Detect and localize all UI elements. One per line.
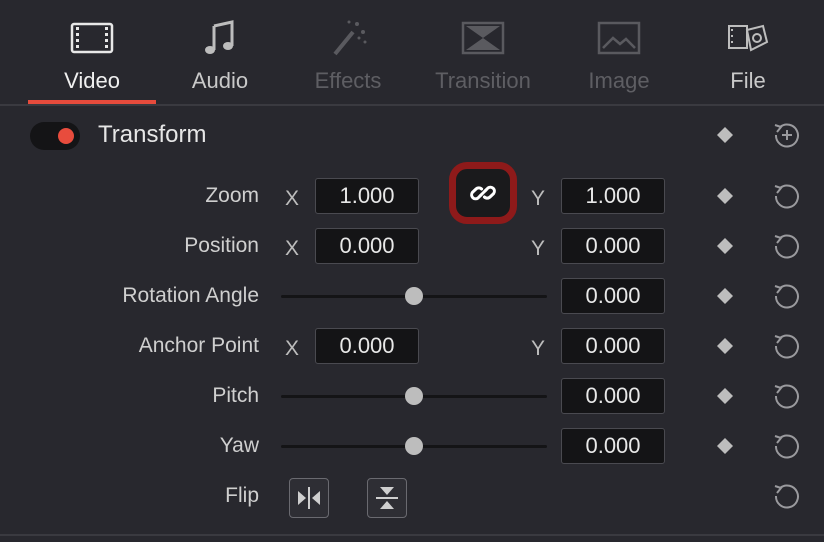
slider-thumb[interactable]	[405, 387, 423, 405]
zoom-label: Zoom	[205, 184, 259, 207]
inspector-tabs: Video Audio Effects Transition Image Fil…	[0, 0, 824, 104]
rotation-angle-slider[interactable]	[281, 287, 547, 305]
reset-icon[interactable]	[772, 482, 800, 510]
tab-label: File	[730, 68, 766, 93]
slider-thumb[interactable]	[405, 437, 423, 455]
section-divider	[0, 534, 824, 536]
flip-horizontal-button[interactable]	[289, 478, 329, 518]
pitch-field[interactable]: 0.000	[561, 378, 665, 414]
position-y-axis-label: Y	[531, 237, 546, 260]
zoom-y-axis-label: Y	[531, 187, 546, 210]
toggle-knob	[58, 128, 74, 144]
tabs-divider	[0, 104, 824, 106]
keyframe-diamond-icon[interactable]	[717, 388, 733, 404]
flip-label: Flip	[225, 484, 259, 507]
tab-label: Image	[588, 68, 650, 93]
position-x-axis-label: X	[285, 237, 300, 260]
film-strip-icon	[70, 22, 114, 54]
yaw-slider[interactable]	[281, 437, 547, 455]
keyframe-diamond-icon[interactable]	[717, 238, 733, 254]
tab-audio[interactable]: Audio	[160, 0, 280, 104]
tab-file[interactable]: File	[698, 0, 798, 104]
slider-thumb[interactable]	[405, 287, 423, 305]
tab-image[interactable]: Image	[562, 0, 676, 104]
anchor-x-axis-label: X	[285, 337, 300, 360]
magic-wand-icon	[333, 20, 367, 56]
position-y-field[interactable]: 0.000	[561, 228, 665, 264]
transform-enable-toggle[interactable]	[30, 122, 80, 150]
file-film-icon	[728, 24, 769, 52]
tab-effects[interactable]: Effects	[290, 0, 406, 104]
yaw-label: Yaw	[219, 434, 259, 457]
reset-icon[interactable]	[772, 332, 800, 360]
rotation-angle-label: Rotation Angle	[122, 284, 259, 307]
position-x-field[interactable]: 0.000	[315, 228, 419, 264]
anchor-x-field[interactable]: 0.000	[315, 328, 419, 364]
zoom-y-field[interactable]: 1.000	[561, 178, 665, 214]
transition-icon	[461, 21, 505, 55]
reset-icon[interactable]	[772, 232, 800, 260]
tab-label: Audio	[191, 68, 249, 93]
anchor-point-label: Anchor Point	[138, 334, 259, 357]
keyframe-diamond-icon[interactable]	[717, 188, 733, 204]
reset-icon[interactable]	[772, 182, 800, 210]
tab-label: Video	[64, 68, 120, 93]
zoom-link-button[interactable]	[449, 162, 517, 224]
rotation-angle-field[interactable]: 0.000	[561, 278, 665, 314]
tab-label: Effects	[314, 68, 382, 93]
add-reset-icon[interactable]	[772, 121, 800, 149]
reset-icon[interactable]	[772, 432, 800, 460]
anchor-y-axis-label: Y	[531, 337, 546, 360]
reset-icon[interactable]	[772, 282, 800, 310]
tab-label: Transition	[435, 68, 531, 93]
anchor-y-field[interactable]: 0.000	[561, 328, 665, 364]
keyframe-diamond-icon[interactable]	[717, 127, 733, 143]
zoom-x-axis-label: X	[285, 187, 300, 210]
position-label: Position	[184, 234, 259, 257]
keyframe-diamond-icon[interactable]	[717, 438, 733, 454]
flip-vertical-button[interactable]	[367, 478, 407, 518]
zoom-x-field[interactable]: 1.000	[315, 178, 419, 214]
music-note-icon	[205, 20, 234, 54]
image-icon	[597, 21, 641, 55]
yaw-field[interactable]: 0.000	[561, 428, 665, 464]
flip-horizontal-icon	[298, 487, 320, 509]
reset-icon[interactable]	[772, 382, 800, 410]
pitch-label: Pitch	[212, 384, 259, 407]
tab-transition[interactable]: Transition	[424, 0, 542, 104]
tab-video[interactable]: Video	[28, 0, 156, 104]
keyframe-diamond-icon[interactable]	[717, 288, 733, 304]
pitch-slider[interactable]	[281, 387, 547, 405]
section-title: Transform	[98, 121, 207, 148]
keyframe-diamond-icon[interactable]	[717, 338, 733, 354]
flip-vertical-icon	[376, 487, 398, 509]
link-chain-icon	[470, 185, 496, 201]
